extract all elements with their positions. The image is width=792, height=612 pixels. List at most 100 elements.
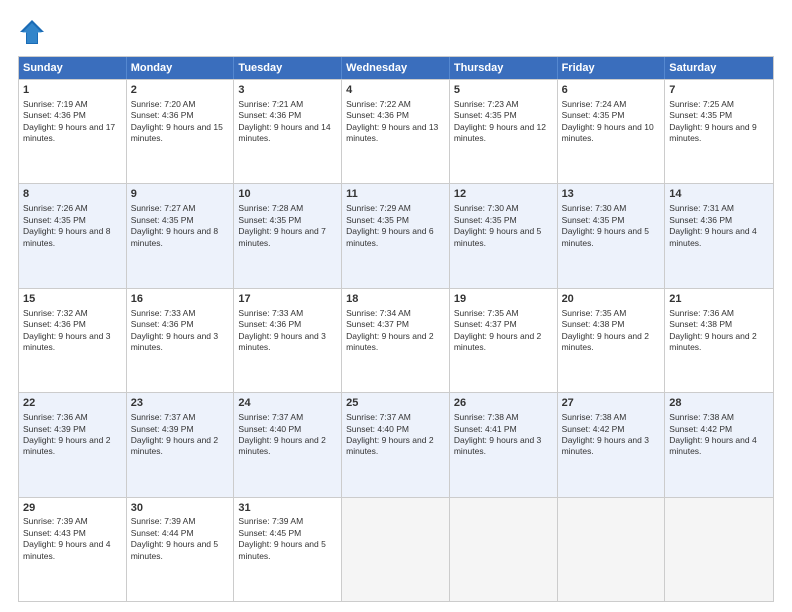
sunrise-label: Sunrise: 7:27 AM — [131, 203, 196, 213]
day-number: 11 — [346, 187, 445, 202]
calendar-cell: 16Sunrise: 7:33 AMSunset: 4:36 PMDayligh… — [127, 289, 235, 392]
day-number: 20 — [562, 292, 661, 307]
calendar-cell — [342, 498, 450, 601]
daylight-label: Daylight: 9 hours and 2 minutes. — [346, 435, 433, 456]
calendar-cell: 23Sunrise: 7:37 AM Sunset: 4:39 PMDayligh… — [127, 393, 235, 496]
daylight-label: Daylight: 9 hours and 12 minutes. — [454, 122, 546, 143]
day-number: 8 — [23, 187, 122, 202]
daylight-label: Daylight: 9 hours and 9 minutes. — [669, 122, 756, 143]
calendar-header-cell: Saturday — [665, 57, 773, 79]
sunrise-label: Sunrise: 7:31 AM — [669, 203, 734, 213]
sunset-label: Sunset: 4:40 PM — [238, 424, 301, 434]
daylight-label: Daylight: 9 hours and 14 minutes. — [238, 122, 330, 143]
sunset-label: Sunset: 4:38 PM — [669, 319, 732, 329]
daylight-label: Daylight: 9 hours and 13 minutes. — [346, 122, 438, 143]
sunrise-label: Sunrise: 7:37 AM — [131, 412, 196, 422]
sunset-label: Sunset: 4:36 PM — [238, 110, 301, 120]
sunrise-label: Sunrise: 7:33 AM — [131, 308, 196, 318]
calendar-cell: 4Sunrise: 7:22 AMSunset: 4:36 PMDaylight… — [342, 80, 450, 183]
sunset-label: Sunset: 4:36 PM — [669, 215, 732, 225]
day-number: 14 — [669, 187, 769, 202]
sunset-label: Sunset: 4:36 PM — [346, 110, 409, 120]
day-number: 29 — [23, 501, 122, 516]
sunset-label: Sunset: 4:42 PM — [562, 424, 625, 434]
day-number: 2 — [131, 83, 230, 98]
calendar-cell: 17Sunrise: 7:33 AMSunset: 4:36 PMDayligh… — [234, 289, 342, 392]
calendar-cell: 24Sunrise: 7:37 AM Sunset: 4:40 PMDayligh… — [234, 393, 342, 496]
daylight-label: Daylight: 9 hours and 3 minutes. — [238, 331, 325, 352]
sunrise-label: Sunrise: 7:25 AM — [669, 99, 734, 109]
calendar-cell: 28Sunrise: 7:38 AMSunset: 4:42 PMDayligh… — [665, 393, 773, 496]
daylight-label: Daylight: 9 hours and 2 minutes. — [23, 435, 110, 456]
day-number: 5 — [454, 83, 553, 98]
sunrise-label: Sunrise: 7:20 AM — [131, 99, 196, 109]
sunrise-label: Sunrise: 7:37 AM — [238, 412, 303, 422]
sunset-label: Sunset: 4:36 PM — [23, 110, 86, 120]
calendar-cell: 30Sunrise: 7:39 AMSunset: 4:44 PMDayligh… — [127, 498, 235, 601]
sunset-label: Sunset: 4:40 PM — [346, 424, 409, 434]
sunrise-label: Sunrise: 7:38 AM — [562, 412, 627, 422]
daylight-label: Daylight: 9 hours and 17 minutes. — [23, 122, 115, 143]
calendar-row: 8Sunrise: 7:26 AMSunset: 4:35 PMDaylight… — [19, 183, 773, 287]
calendar-cell: 3Sunrise: 7:21 AMSunset: 4:36 PMDaylight… — [234, 80, 342, 183]
calendar-row: 29 Sunrise: 7:39 AM Sunset: 4:43 PMDayligh… — [19, 497, 773, 601]
daylight-label: Daylight: 9 hours and 2 minutes. — [131, 435, 218, 456]
sunset-label: Sunset: 4:39 PM — [131, 424, 194, 434]
daylight-label: Daylight: 9 hours and 4 minutes. — [669, 226, 756, 247]
calendar-cell: 12Sunrise: 7:30 AMSunset: 4:35 PMDayligh… — [450, 184, 558, 287]
daylight-label: Daylight: 9 hours and 6 minutes. — [346, 226, 433, 247]
daylight-label: Daylight: 9 hours and 8 minutes. — [131, 226, 218, 247]
page: SundayMondayTuesdayWednesdayThursdayFrid… — [0, 0, 792, 612]
sunset-label: Sunset: 4:45 PM — [238, 528, 301, 538]
calendar-cell: 9Sunrise: 7:27 AM Sunset: 4:35 PMDaylight… — [127, 184, 235, 287]
calendar-body: 1Sunrise: 7:19 AMSunset: 4:36 PMDaylight… — [19, 79, 773, 601]
sunset-label: Sunset: 4:36 PM — [131, 319, 194, 329]
calendar-cell: 8Sunrise: 7:26 AMSunset: 4:35 PMDaylight… — [19, 184, 127, 287]
calendar-cell: 19Sunrise: 7:35 AMSunset: 4:37 PMDayligh… — [450, 289, 558, 392]
day-number: 31 — [238, 501, 337, 516]
daylight-label: Daylight: 9 hours and 2 minutes. — [238, 435, 325, 456]
calendar-cell: 1Sunrise: 7:19 AMSunset: 4:36 PM Daylight… — [19, 80, 127, 183]
calendar-header-cell: Thursday — [450, 57, 558, 79]
sunrise-label: Sunrise: 7:19 AM — [23, 99, 88, 109]
logo-icon — [18, 18, 46, 46]
daylight-label: Daylight: 9 hours and 2 minutes. — [562, 331, 649, 352]
sunset-label: Sunset: 4:35 PM — [131, 215, 194, 225]
calendar-row: 1Sunrise: 7:19 AMSunset: 4:36 PMDaylight… — [19, 79, 773, 183]
day-number: 12 — [454, 187, 553, 202]
calendar-cell: 26Sunrise: 7:38 AMSunset: 4:41 PMDayligh… — [450, 393, 558, 496]
daylight-label: Daylight: 9 hours and 2 minutes. — [346, 331, 433, 352]
sunrise-label: Sunrise: 7:34 AM — [346, 308, 411, 318]
daylight-label: Daylight: 9 hours and 3 minutes. — [131, 331, 218, 352]
calendar-cell: 2Sunrise: 7:20 AMSunset: 4:36 PMDaylight… — [127, 80, 235, 183]
sunrise-label: Sunrise: 7:36 AM — [669, 308, 734, 318]
calendar-cell: 14Sunrise: 7:31 AM Sunset: 4:36 PMDayligh… — [665, 184, 773, 287]
day-number: 13 — [562, 187, 661, 202]
sunset-label: Sunset: 4:36 PM — [238, 319, 301, 329]
daylight-label: Daylight: 9 hours and 3 minutes. — [23, 331, 110, 352]
daylight-label: Daylight: 9 hours and 4 minutes. — [669, 435, 756, 456]
daylight-label: Daylight: 9 hours and 15 minutes. — [131, 122, 223, 143]
sunrise-label: Sunrise: 7:39 AM — [238, 516, 303, 526]
day-number: 22 — [23, 396, 122, 411]
sunset-label: Sunset: 4:37 PM — [454, 319, 517, 329]
daylight-label: Daylight: 9 hours and 4 minutes. — [23, 539, 110, 560]
day-number: 1 — [23, 83, 122, 98]
sunrise-label: Sunrise: 7:38 AM — [454, 412, 519, 422]
calendar-row: 15Sunrise: 7:32 AMSunset: 4:36 PMDayligh… — [19, 288, 773, 392]
calendar-cell: 13Sunrise: 7:30 AMSunset: 4:35 PMDayligh… — [558, 184, 666, 287]
sunrise-label: Sunrise: 7:39 AM — [131, 516, 196, 526]
day-number: 9 — [131, 187, 230, 202]
sunset-label: Sunset: 4:43 PM — [23, 528, 86, 538]
sunset-label: Sunset: 4:35 PM — [346, 215, 409, 225]
day-number: 23 — [131, 396, 230, 411]
sunrise-label: Sunrise: 7:22 AM — [346, 99, 411, 109]
calendar-row: 22Sunrise: 7:36 AMSunset: 4:39 PMDayligh… — [19, 392, 773, 496]
sunrise-label: Sunrise: 7:38 AM — [669, 412, 734, 422]
sunrise-label: Sunrise: 7:29 AM — [346, 203, 411, 213]
sunrise-label: Sunrise: 7:30 AM — [454, 203, 519, 213]
day-number: 24 — [238, 396, 337, 411]
calendar-cell: 18Sunrise: 7:34 AMSunset: 4:37 PMDayligh… — [342, 289, 450, 392]
calendar-cell: 11Sunrise: 7:29 AM Sunset: 4:35 PMDayligh… — [342, 184, 450, 287]
calendar-cell: 31Sunrise: 7:39 AMSunset: 4:45 PMDayligh… — [234, 498, 342, 601]
